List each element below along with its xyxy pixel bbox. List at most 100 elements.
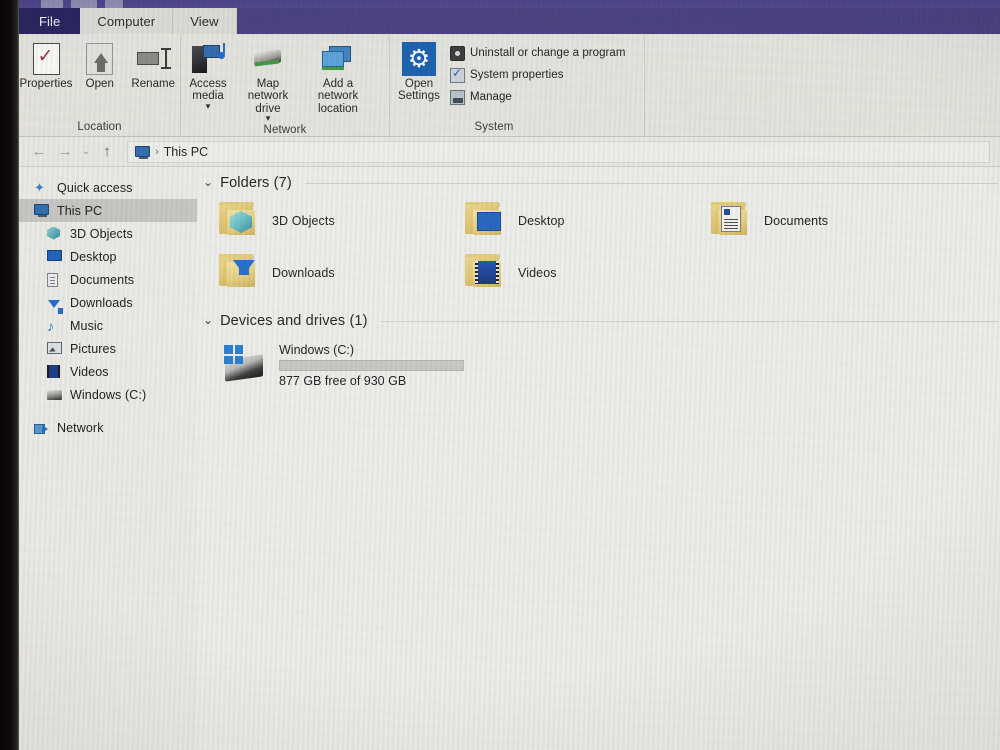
ribbon-group-system-title: System — [474, 121, 514, 133]
uninstall-program-icon — [450, 45, 465, 61]
drive-free-label: 877 GB free of 930 GB — [279, 373, 407, 388]
list-item[interactable]: Windows (C:) 877 GB free of 930 GB — [213, 335, 513, 395]
drives-grid: Windows (C:) 877 GB free of 930 GB — [197, 333, 1000, 395]
folder-downloads-label: Downloads — [272, 266, 335, 280]
sidebar-item-videos[interactable]: Videos — [19, 360, 197, 383]
add-network-location-icon — [320, 42, 356, 76]
properties-button[interactable]: Properties — [19, 39, 73, 90]
sidebar-item-music[interactable]: ♪ Music — [19, 314, 197, 337]
map-network-drive-button[interactable]: Map network drive ▾ — [235, 39, 301, 124]
sidebar-item-this-pc[interactable]: This PC — [19, 199, 197, 222]
section-devices[interactable]: ⌄ Devices and drives (1) — [197, 313, 1000, 329]
open-button[interactable]: Open — [73, 39, 127, 90]
up-button[interactable]: ↑ — [95, 140, 119, 164]
tab-file[interactable]: File — [19, 8, 81, 34]
content-pane[interactable]: ⌄ Folders (7) 3D Objects Desktop Documen… — [197, 167, 1000, 750]
ribbon-group-location: Properties Open Rename Location — [19, 34, 181, 136]
sidebar-item-pictures[interactable]: Pictures — [19, 337, 197, 360]
folders-grid: 3D Objects Desktop Documents Downloads V… — [197, 195, 1000, 299]
tab-computer[interactable]: Computer — [80, 8, 174, 34]
ribbon-empty-area — [645, 34, 1000, 136]
sidebar-item-documents-label: Documents — [70, 272, 135, 287]
access-media-icon — [192, 42, 225, 76]
list-item[interactable]: Documents — [705, 195, 951, 247]
section-rule — [304, 182, 998, 184]
forward-button[interactable]: → — [53, 140, 77, 164]
sidebar-item-network[interactable]: Network — [19, 416, 197, 439]
access-media-button[interactable]: Access media ▾ — [181, 39, 235, 112]
this-pc-icon — [34, 203, 49, 218]
tab-strip-filler — [236, 8, 1000, 34]
rename-icon — [137, 42, 172, 76]
ribbon-group-system: ⚙ Open Settings Uninstall or change a pr… — [390, 34, 645, 136]
rename-button[interactable]: Rename — [127, 39, 181, 90]
list-item[interactable]: Downloads — [213, 247, 459, 299]
uninstall-program-label: Uninstall or change a program — [470, 47, 626, 59]
folder-desktop-icon — [463, 198, 509, 244]
downloads-icon — [47, 296, 63, 314]
folder-videos-icon — [463, 250, 509, 296]
chevron-down-icon[interactable]: ⌄ — [203, 314, 213, 326]
3d-objects-icon — [47, 226, 62, 241]
tab-file-label: File — [39, 13, 61, 29]
open-icon — [86, 42, 114, 76]
settings-gear-icon: ⚙ — [402, 42, 436, 76]
add-network-location-button[interactable]: Add a network location — [301, 39, 375, 115]
add-network-location-label: Add a network location — [317, 78, 359, 115]
access-media-label: Access media — [189, 78, 227, 103]
folder-3d-objects-label: 3D Objects — [272, 214, 335, 228]
tab-view-label: View — [190, 13, 219, 29]
sidebar-item-pictures-label: Pictures — [70, 341, 116, 356]
access-media-dropdown-icon[interactable]: ▾ — [206, 101, 211, 112]
manage-button[interactable]: Manage — [448, 86, 630, 108]
map-network-drive-dropdown-icon[interactable]: ▾ — [266, 113, 271, 124]
sidebar-item-documents[interactable]: Documents — [19, 268, 197, 291]
sidebar-item-music-label: Music — [70, 318, 104, 333]
ribbon-tab-strip: File Computer View — [19, 8, 1000, 34]
tab-computer-label: Computer — [97, 13, 156, 29]
sidebar-item-desktop[interactable]: Desktop — [19, 245, 197, 268]
section-rule — [380, 320, 998, 322]
section-folders-title: Folders (7) — [220, 175, 292, 191]
folder-downloads-icon — [217, 250, 263, 296]
recent-locations-button[interactable]: ⌄ — [79, 140, 93, 164]
address-bar: ← → ⌄ ↑ › This PC — [19, 137, 1000, 167]
list-item[interactable]: 3D Objects — [213, 195, 459, 247]
chevron-down-icon[interactable]: ⌄ — [203, 176, 213, 188]
section-folders[interactable]: ⌄ Folders (7) — [197, 175, 1000, 191]
rename-label: Rename — [131, 78, 176, 90]
system-properties-icon — [450, 66, 465, 83]
ribbon: Properties Open Rename Location — [19, 34, 1000, 137]
breadcrumb-this-pc[interactable]: This PC — [164, 145, 208, 159]
breadcrumb[interactable]: › This PC — [127, 140, 990, 163]
sidebar-item-quick-access[interactable]: ✦ Quick access — [19, 176, 197, 199]
list-item[interactable]: Videos — [459, 247, 705, 299]
folder-documents-icon — [709, 198, 755, 244]
list-item[interactable]: Desktop — [459, 195, 705, 247]
tab-view[interactable]: View — [173, 8, 237, 34]
file-explorer-window: File Computer View Properties — [19, 8, 1000, 750]
star-icon: ✦ — [34, 179, 45, 195]
ribbon-group-location-title: Location — [77, 121, 122, 133]
folder-documents-label: Documents — [764, 214, 829, 228]
network-icon — [34, 422, 49, 434]
sidebar-item-quick-access-label: Quick access — [57, 180, 133, 195]
folder-3d-objects-icon — [217, 198, 263, 244]
sidebar-item-3d-objects[interactable]: 3D Objects — [19, 222, 197, 245]
drive-capacity-bar — [279, 359, 464, 371]
folder-videos-label: Videos — [518, 266, 557, 280]
open-settings-button[interactable]: ⚙ Open Settings — [390, 39, 448, 103]
sidebar-item-network-label: Network — [57, 420, 104, 435]
sidebar-item-windows-c[interactable]: Windows (C:) — [19, 383, 197, 406]
windows-drive-icon — [221, 343, 269, 387]
system-properties-button[interactable]: System properties — [448, 64, 630, 86]
navigation-pane[interactable]: ✦ Quick access This PC 3D Objects Deskto… — [19, 167, 197, 750]
sidebar-item-downloads[interactable]: Downloads — [19, 291, 197, 314]
open-label: Open — [85, 78, 114, 90]
system-properties-label: System properties — [470, 69, 564, 81]
drive-info: Windows (C:) 877 GB free of 930 GB — [279, 343, 464, 388]
back-button[interactable]: ← — [27, 140, 51, 164]
uninstall-program-button[interactable]: Uninstall or change a program — [448, 42, 630, 64]
music-icon: ♪ — [47, 317, 55, 334]
sidebar-item-desktop-label: Desktop — [70, 249, 117, 264]
